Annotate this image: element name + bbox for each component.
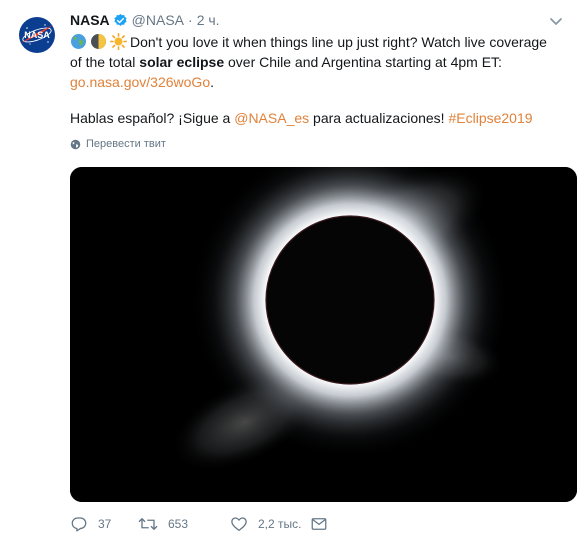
tweet-image[interactable] [70, 167, 577, 502]
sun-icon [110, 33, 128, 51]
tweet-link[interactable]: go.nasa.gov/326woGo [70, 74, 210, 90]
avatar[interactable]: NASA [15, 13, 59, 57]
reply-count: 37 [98, 517, 112, 531]
eclipse-photo [70, 167, 577, 502]
reply-icon [71, 517, 87, 532]
envelope-icon [311, 518, 327, 530]
globe-icon [70, 33, 87, 50]
hashtag-link[interactable]: #Eclipse2019 [448, 110, 532, 126]
verified-badge-icon [113, 13, 128, 28]
retweet-count: 653 [168, 517, 189, 531]
tweet-text-segment: para actualizaciones! [309, 110, 449, 126]
like-button[interactable]: 2,2 тыс. [230, 515, 310, 533]
translate-tweet-link[interactable]: Перевести твит [70, 138, 166, 150]
tweet-text-bold: solar eclipse [139, 54, 225, 70]
author-name[interactable]: NASA [70, 12, 110, 28]
tweet-text: Don't you love it when things line up ju… [70, 32, 560, 128]
tweet: NASA NASA @NASA · 2 ч. Don't you love it… [0, 0, 581, 539]
tweet-actions: 37 653 2,2 тыс. [70, 515, 338, 533]
tweet-text-segment: over Chile and Argentina starting at 4pm… [224, 54, 502, 70]
nasa-logo-icon: NASA [19, 17, 55, 53]
mention-link[interactable]: @NASA_es [234, 110, 309, 126]
tweet-paragraph-1: Don't you love it when things line up ju… [70, 32, 560, 92]
separator-dot: · [188, 12, 193, 28]
first-quarter-moon-icon [90, 33, 107, 50]
tweet-timestamp[interactable]: 2 ч. [197, 12, 220, 28]
author-handle[interactable]: @NASA [132, 12, 184, 28]
chevron-down-icon[interactable] [549, 14, 563, 25]
like-count: 2,2 тыс. [258, 517, 302, 531]
tweet-text-segment: . [210, 74, 214, 90]
tweet-paragraph-2: Hablas español? ¡Sigue a @NASA_es para a… [70, 108, 560, 128]
tweet-text-segment: Hablas español? ¡Sigue a [70, 110, 235, 126]
retweet-button[interactable]: 653 [138, 515, 230, 533]
heart-icon [231, 517, 247, 532]
reply-button[interactable]: 37 [70, 515, 138, 533]
direct-message-button[interactable] [310, 515, 338, 533]
retweet-icon [138, 518, 158, 530]
translate-label: Перевести твит [86, 138, 166, 150]
svg-text:NASA: NASA [24, 30, 50, 40]
globe-outline-icon [70, 139, 81, 149]
tweet-header: NASA @NASA · 2 ч. [70, 11, 220, 29]
